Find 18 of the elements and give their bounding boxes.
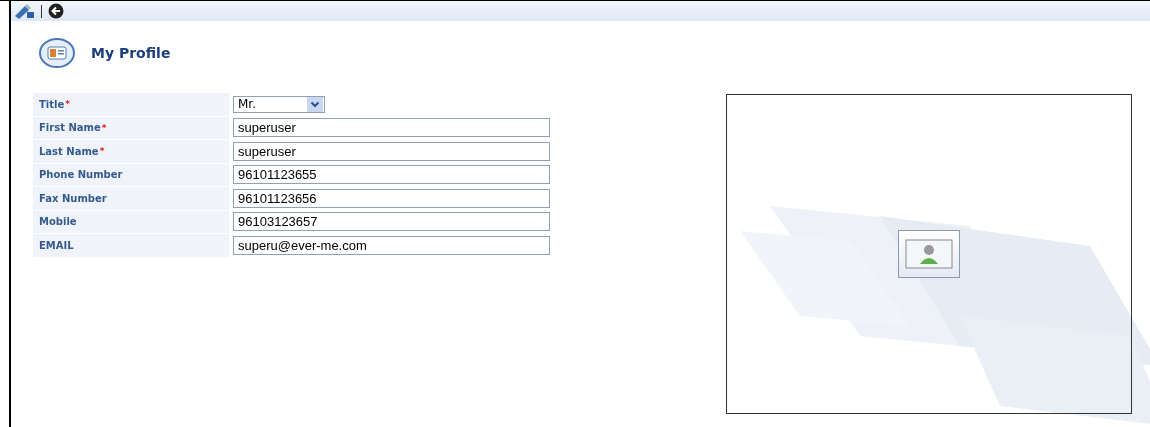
- usb-drive-icon[interactable]: [13, 3, 35, 19]
- input-field[interactable]: 96101123656: [233, 188, 550, 208]
- input-field[interactable]: superuser: [233, 118, 550, 138]
- chevron-down-icon: [307, 96, 323, 112]
- back-icon[interactable]: [48, 3, 64, 19]
- profile-card-icon: [39, 38, 75, 68]
- field-label: Mobile: [33, 210, 229, 233]
- field-label: Phone Number: [33, 163, 229, 186]
- field-label: EMAIL: [33, 234, 229, 257]
- field-label: Fax Number: [33, 187, 229, 210]
- input-field[interactable]: superuser: [233, 141, 550, 161]
- page-title: My Profile: [91, 45, 171, 61]
- user-icon: [905, 239, 953, 269]
- title-dropdown[interactable]: Mr.: [233, 95, 325, 113]
- input-field[interactable]: 96103123657: [233, 212, 550, 232]
- input-field[interactable]: 96101123655: [233, 165, 550, 185]
- input-field[interactable]: superu@ever-me.com: [233, 235, 550, 255]
- upload-photo-button[interactable]: [898, 230, 960, 278]
